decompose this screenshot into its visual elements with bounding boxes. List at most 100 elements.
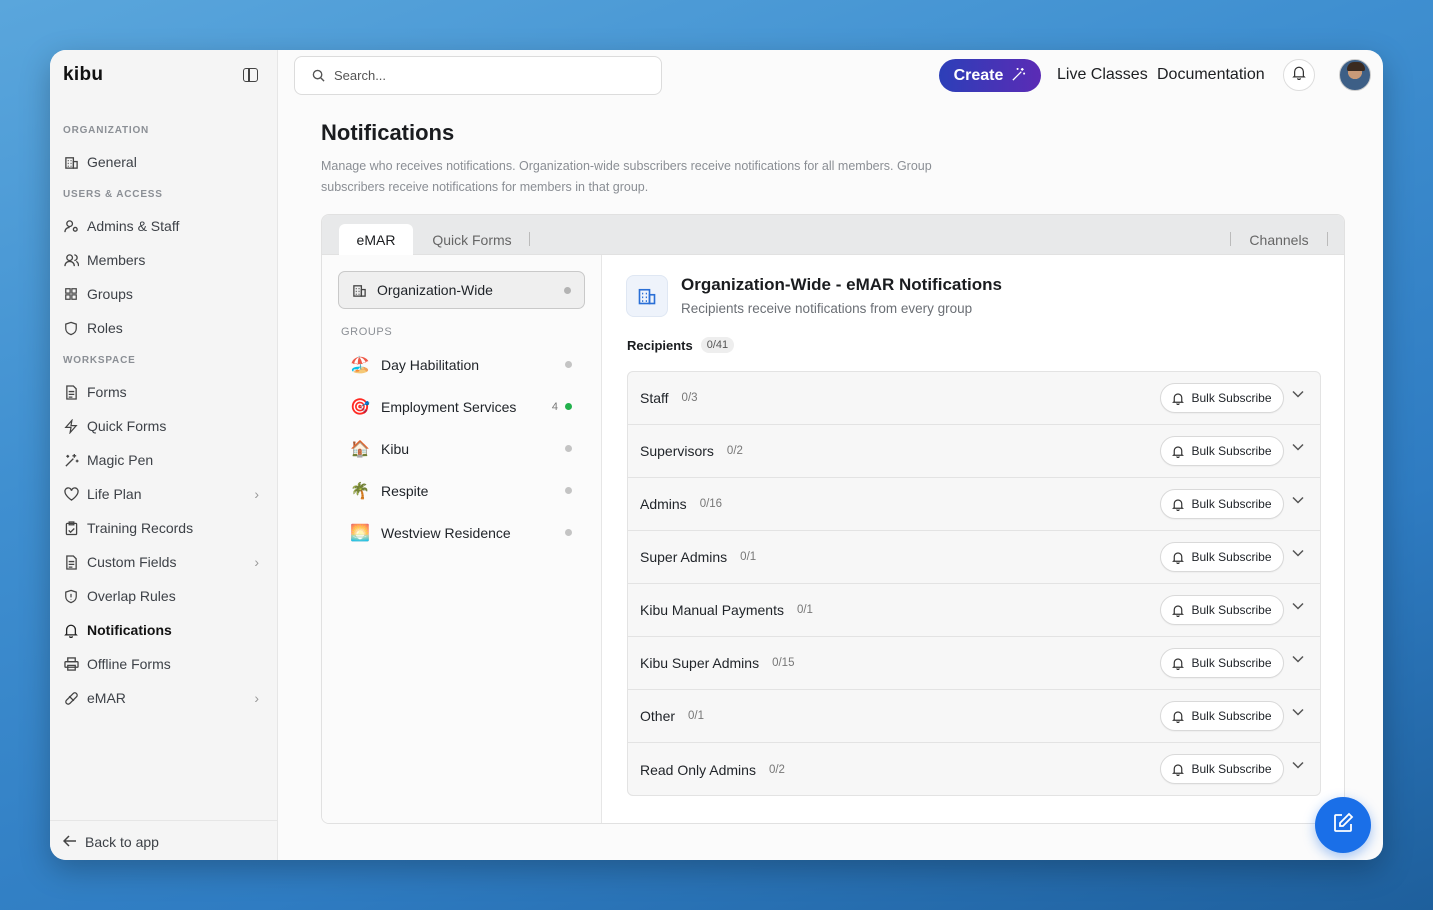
back-to-app-link[interactable]: Back to app [62, 834, 159, 850]
bulk-subscribe-button[interactable]: Bulk Subscribe [1160, 754, 1284, 784]
sidebar-item-custom-fields[interactable]: Custom Fields › [63, 551, 263, 573]
group-item-respite[interactable]: 🌴 Respite [350, 479, 580, 503]
shield-alert-icon [63, 588, 79, 604]
bulk-subscribe-label: Bulk Subscribe [1191, 709, 1272, 723]
role-row-supervisors[interactable]: Supervisors 0/2 Bulk Subscribe [628, 425, 1320, 478]
sidebar-item-quick-forms[interactable]: Quick Forms [63, 415, 263, 437]
search-input[interactable]: Search... [294, 56, 662, 95]
printer-icon [63, 656, 79, 672]
sidebar-item-emar[interactable]: eMAR › [63, 687, 263, 709]
group-name: Kibu [381, 441, 410, 457]
chevron-down-icon[interactable] [1292, 602, 1304, 610]
groups-header: GROUPS [341, 326, 393, 338]
chevron-down-icon[interactable] [1292, 496, 1304, 504]
role-label: Staff [640, 390, 669, 406]
sidebar-item-forms[interactable]: Forms [63, 381, 263, 403]
sidebar-item-groups[interactable]: Groups [63, 283, 263, 305]
role-label: Other [640, 708, 676, 724]
organization-wide-label: Organization-Wide [377, 282, 493, 298]
organization-wide-item[interactable]: Organization-Wide [338, 271, 585, 309]
bulk-subscribe-button[interactable]: Bulk Subscribe [1160, 489, 1284, 519]
chevron-down-icon[interactable] [1292, 549, 1304, 557]
live-classes-link[interactable]: Live Classes [1057, 66, 1148, 84]
tab-channels[interactable]: Channels [1240, 224, 1318, 255]
chevron-down-icon[interactable] [1292, 390, 1304, 398]
tab-bar: eMAR Quick Forms Channels [322, 215, 1344, 255]
bulk-subscribe-label: Bulk Subscribe [1191, 656, 1272, 670]
group-item-westview-residence[interactable]: 🌅 Westview Residence [350, 521, 580, 545]
sidebar-divider [50, 820, 278, 821]
sidebar-item-label: Magic Pen [87, 452, 154, 468]
bulk-subscribe-button[interactable]: Bulk Subscribe [1160, 701, 1284, 731]
users-icon [63, 252, 79, 268]
role-label: Kibu Super Admins [640, 655, 760, 671]
role-name: Super Admins 0/1 [640, 549, 756, 565]
recipients-label: Recipients [627, 337, 693, 353]
group-count: 4 [551, 401, 558, 413]
tab-emar[interactable]: eMAR [339, 224, 413, 255]
bell-icon [1172, 604, 1185, 617]
sidebar-item-notifications[interactable]: Notifications [63, 619, 263, 641]
magic-wand-icon [1011, 67, 1026, 85]
group-item-day-habilitation[interactable]: 🏖️ Day Habilitation [350, 353, 580, 377]
shield-icon [63, 320, 79, 336]
sidebar-item-offline-forms[interactable]: Offline Forms [63, 653, 263, 675]
file-icon [63, 554, 79, 570]
chevron-down-icon[interactable] [1292, 443, 1304, 451]
sidebar-toggle-icon[interactable] [243, 68, 258, 82]
compose-fab-button[interactable] [1315, 797, 1371, 853]
group-name: Westview Residence [381, 525, 511, 541]
edit-icon [1332, 812, 1354, 839]
building-icon [352, 283, 367, 298]
status-dot [565, 487, 572, 494]
chevron-down-icon[interactable] [1292, 708, 1304, 716]
section-organization: ORGANIZATION [63, 125, 150, 136]
sidebar-item-magic-pen[interactable]: Magic Pen [63, 449, 263, 471]
documentation-link[interactable]: Documentation [1157, 66, 1265, 84]
file-icon [63, 384, 79, 400]
user-avatar[interactable] [1339, 59, 1371, 91]
sidebar-item-life-plan[interactable]: Life Plan › [63, 483, 263, 505]
sidebar-item-overlap-rules[interactable]: Overlap Rules [63, 585, 263, 607]
role-row-other[interactable]: Other 0/1 Bulk Subscribe [628, 690, 1320, 743]
sidebar-item-training-records[interactable]: Training Records [63, 517, 263, 539]
brand-logo[interactable]: kibu [63, 64, 103, 86]
bell-icon [1292, 65, 1306, 85]
role-row-read-only-admins[interactable]: Read Only Admins 0/2 Bulk Subscribe [628, 743, 1320, 795]
bulk-subscribe-button[interactable]: Bulk Subscribe [1160, 595, 1284, 625]
app-window: kibu ORGANIZATION General USERS & ACCESS… [50, 50, 1383, 860]
bulk-subscribe-button[interactable]: Bulk Subscribe [1160, 436, 1284, 466]
sidebar-item-label: Custom Fields [87, 554, 177, 570]
role-row-super-admins[interactable]: Super Admins 0/1 Bulk Subscribe [628, 531, 1320, 584]
bell-icon [63, 622, 79, 638]
clipboard-icon [63, 520, 79, 536]
bell-icon [1172, 392, 1185, 405]
tab-separator [529, 232, 530, 246]
role-row-admins[interactable]: Admins 0/16 Bulk Subscribe [628, 478, 1320, 531]
bell-icon [1172, 498, 1185, 511]
sidebar-item-label: Notifications [87, 622, 172, 638]
sidebar-item-general[interactable]: General [63, 151, 263, 173]
role-row-kibu-manual-payments[interactable]: Kibu Manual Payments 0/1 Bulk Subscribe [628, 584, 1320, 637]
chevron-down-icon[interactable] [1292, 761, 1304, 769]
role-count: 0/1 [740, 551, 757, 563]
sidebar-item-label: Offline Forms [87, 656, 171, 672]
notifications-bell-button[interactable] [1283, 59, 1315, 91]
group-item-kibu[interactable]: 🏠 Kibu [350, 437, 580, 461]
bulk-subscribe-button[interactable]: Bulk Subscribe [1160, 383, 1284, 413]
recipients-detail: Organization-Wide - eMAR Notifications R… [603, 255, 1344, 823]
group-item-employment-services[interactable]: 🎯 Employment Services 4 [350, 395, 580, 419]
role-row-kibu-super-admins[interactable]: Kibu Super Admins 0/15 Bulk Subscribe [628, 637, 1320, 690]
sidebar-item-roles[interactable]: Roles [63, 317, 263, 339]
create-button[interactable]: Create [939, 59, 1041, 92]
sidebar-item-admins-staff[interactable]: Admins & Staff [63, 215, 263, 237]
role-row-staff[interactable]: Staff 0/3 Bulk Subscribe [628, 372, 1320, 425]
status-dot [565, 361, 572, 368]
sidebar-item-members[interactable]: Members [63, 249, 263, 271]
pill-icon [63, 690, 79, 706]
status-dot [565, 529, 572, 536]
bulk-subscribe-button[interactable]: Bulk Subscribe [1160, 648, 1284, 678]
bulk-subscribe-button[interactable]: Bulk Subscribe [1160, 542, 1284, 572]
tab-quick-forms[interactable]: Quick Forms [425, 224, 519, 255]
chevron-down-icon[interactable] [1292, 655, 1304, 663]
